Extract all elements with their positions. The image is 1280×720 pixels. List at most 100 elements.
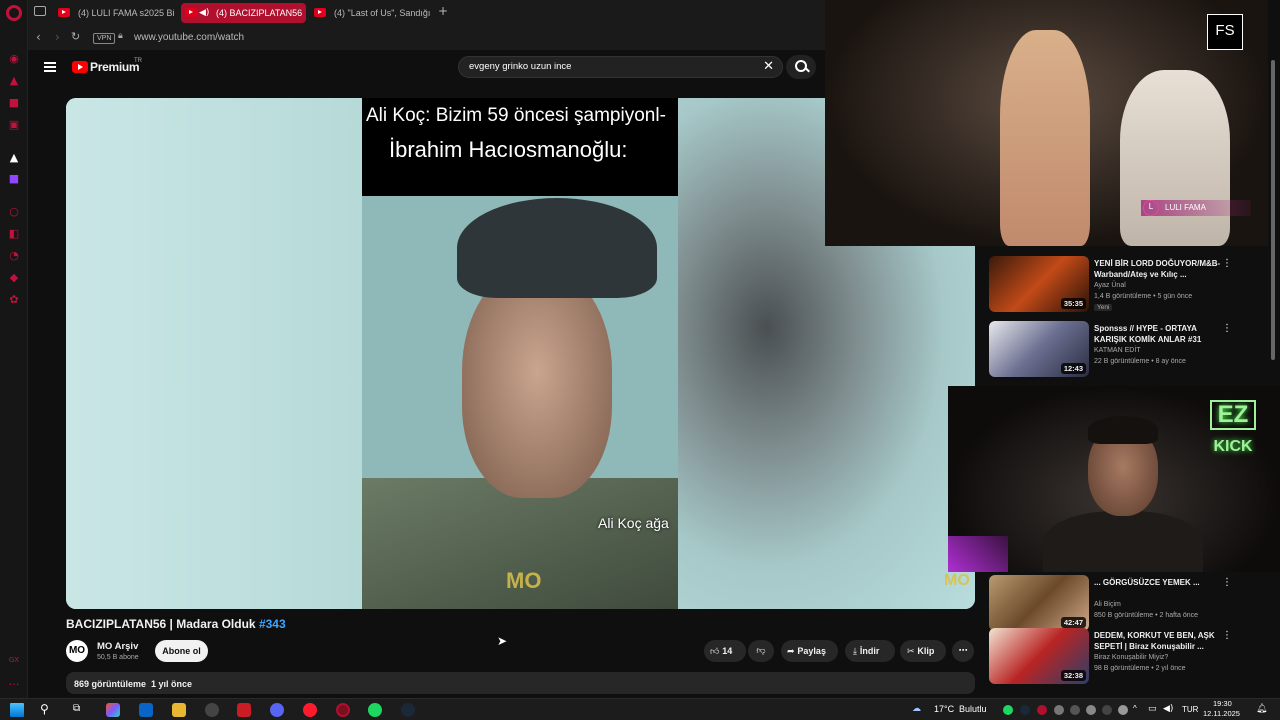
duration-badge: 32:38 (1060, 670, 1086, 681)
gx-icon[interactable]: GX (7, 653, 21, 667)
weather-temp[interactable]: 17°C (934, 704, 954, 714)
language-indicator[interactable]: TUR (1182, 705, 1198, 714)
youtube-premium-logo[interactable]: Premium (90, 60, 140, 74)
recommendation-thumbnail[interactable]: 42:47 (989, 575, 1089, 631)
aria-icon[interactable]: ◉ (7, 52, 21, 66)
outlook-icon[interactable] (139, 703, 153, 717)
recommendation-item[interactable]: 42:47 ... GÖRGÜSÜZCE YEMEK ... Ali Biçim… (989, 575, 1269, 633)
history-icon[interactable]: ◔ (7, 249, 21, 263)
opera-logo-icon[interactable] (6, 5, 22, 21)
cloud-icon[interactable]: ☁ (912, 704, 921, 714)
mail-icon[interactable]: ▣ (7, 118, 21, 132)
recommendation-title[interactable]: DEDEM, KORKUT VE BEN, AŞK SEPETİ | Biraz… (1094, 630, 1226, 652)
messenger-icon[interactable]: ■ (7, 96, 21, 110)
tray-app-icon[interactable] (1037, 705, 1047, 715)
pip-video-overlay[interactable]: FS LULI FAMA (825, 0, 1268, 246)
player-icon[interactable]: ○ (7, 205, 21, 219)
tray-app-icon[interactable] (1118, 705, 1128, 715)
like-button[interactable]: 👍︎ 14 (704, 640, 746, 662)
search-input[interactable]: evgeny grinko uzun ince ✕ (458, 56, 783, 78)
recommendation-thumbnail[interactable]: 32:38 (989, 628, 1089, 684)
spotify-icon[interactable] (368, 703, 382, 717)
youtube-logo-icon[interactable] (72, 61, 88, 73)
recommendation-channel[interactable]: Ayaz Ünal (1094, 282, 1126, 289)
tray-app-icon[interactable] (1070, 705, 1080, 715)
description-box[interactable]: 869 görüntüleme 1 yıl önce (66, 672, 975, 694)
neon-sign-ez: EZ (1209, 400, 1257, 430)
recommendation-item[interactable]: 35:35 YENİ BİR LORD DOĞUYOR/M&B-Warband/… (989, 256, 1269, 314)
clock-date[interactable]: 12.11.2025 (1203, 709, 1240, 718)
app-icon[interactable] (237, 703, 251, 717)
recommendation-channel[interactable]: KATMAN EDİT (1094, 347, 1141, 354)
file-explorer-icon[interactable] (172, 703, 186, 717)
tab-baciziplatan[interactable]: ◀) (4) BACIZIPLATAN56 (181, 3, 306, 23)
apps-icon[interactable]: ▲ (7, 151, 21, 165)
search-icon[interactable]: ⚲ (40, 702, 49, 716)
discord-icon[interactable] (270, 703, 284, 717)
recommendation-title[interactable]: Sponsss // HYPE - ORTAYA KARIŞIK KOMİK A… (1094, 323, 1226, 345)
clear-search-icon[interactable]: ✕ (763, 57, 774, 77)
copilot-icon[interactable] (106, 703, 120, 717)
menu-icon[interactable] (44, 62, 56, 72)
more-options-icon[interactable]: ⋮ (1222, 630, 1232, 641)
new-tab-icon[interactable]: + (438, 4, 448, 18)
recommendation-thumbnail[interactable]: 12:43 (989, 321, 1089, 377)
tray-steam-icon[interactable] (1020, 705, 1030, 715)
task-view-icon[interactable]: ⧉ (73, 703, 80, 714)
clip-button[interactable]: ✂ Klip (900, 640, 946, 662)
forward-icon[interactable]: › (55, 30, 60, 44)
search-button[interactable] (786, 55, 816, 79)
speaker-icon[interactable]: ◀) (199, 3, 209, 23)
opera-icon[interactable] (303, 703, 317, 717)
settings-icon[interactable]: ✿ (7, 293, 21, 307)
tray-app-icon[interactable] (1086, 705, 1096, 715)
dislike-button[interactable]: 👎︎ (748, 640, 774, 662)
recommendation-title[interactable]: ... GÖRGÜSÜZCE YEMEK ... (1094, 577, 1226, 588)
recommendation-item[interactable]: 32:38 DEDEM, KORKUT VE BEN, AŞK SEPETİ |… (989, 628, 1269, 686)
reload-icon[interactable]: ↻ (71, 30, 80, 43)
back-icon[interactable]: ‹ (36, 30, 41, 44)
scrollbar[interactable] (1269, 50, 1277, 690)
recommendation-channel[interactable]: Ali Biçim (1094, 601, 1121, 608)
tray-spotify-icon[interactable] (1003, 705, 1013, 715)
steam-icon[interactable] (401, 703, 415, 717)
app-icon[interactable] (205, 703, 219, 717)
twitch-icon[interactable]: ■ (7, 172, 21, 186)
tab-luli-fama[interactable]: (4) LULI FAMA s2025 Biki (54, 3, 174, 23)
clock-time[interactable]: 19:30 (1213, 699, 1232, 708)
tab-last-of-us[interactable]: (4) "Last of Us", Sandığım (310, 3, 430, 23)
subscribe-button[interactable]: Abone ol (155, 640, 208, 662)
download-button[interactable]: ⤓ İndir (845, 640, 895, 662)
vpn-badge[interactable]: VPN (93, 33, 116, 44)
tray-app-icon[interactable] (1102, 705, 1112, 715)
more-icon[interactable]: … (7, 675, 21, 689)
more-options-icon[interactable]: ⋮ (1222, 258, 1232, 269)
bookmark-icon[interactable]: ◧ (7, 227, 21, 241)
channel-avatar[interactable]: MO (66, 640, 88, 662)
youtube-icon (58, 8, 70, 17)
recommendation-item[interactable]: 12:43 Sponsss // HYPE - ORTAYA KARIŞIK K… (989, 321, 1269, 379)
lock-icon[interactable]: 🔒︎ (118, 31, 123, 41)
chevron-up-icon[interactable]: ^ (1133, 704, 1137, 713)
extensions-icon[interactable]: ◆ (7, 271, 21, 285)
volume-icon[interactable]: ◀) (1163, 704, 1173, 714)
hashtag-link[interactable]: #343 (259, 617, 286, 631)
recommendation-channel[interactable]: Biraz Konuşabilir Miyiz? (1094, 654, 1168, 661)
weather-text[interactable]: Bulutlu (959, 704, 987, 714)
tab-menu-icon[interactable] (34, 6, 46, 16)
opera-gx-icon[interactable] (336, 703, 350, 717)
recommendation-thumbnail[interactable]: 35:35 (989, 256, 1089, 312)
channel-name[interactable]: MO Arşiv (97, 641, 138, 652)
scrollbar-thumb[interactable] (1271, 60, 1275, 360)
network-icon[interactable]: ▭ (1148, 704, 1157, 714)
tray-app-icon[interactable] (1054, 705, 1064, 715)
more-options-icon[interactable]: ⋮ (1222, 577, 1232, 588)
start-icon[interactable] (10, 703, 24, 717)
notifications-icon[interactable]: 🔔︎ (1256, 704, 1267, 714)
share-button[interactable]: ➦ Paylaş (781, 640, 838, 662)
url-field[interactable]: www.youtube.com/watch (134, 32, 244, 43)
recommendation-title[interactable]: YENİ BİR LORD DOĞUYOR/M&B-Warband/Ateş v… (1094, 258, 1226, 280)
more-actions-button[interactable]: ⋯ (952, 640, 974, 662)
bag-icon[interactable]: ▲ (7, 74, 21, 88)
more-options-icon[interactable]: ⋮ (1222, 323, 1232, 334)
